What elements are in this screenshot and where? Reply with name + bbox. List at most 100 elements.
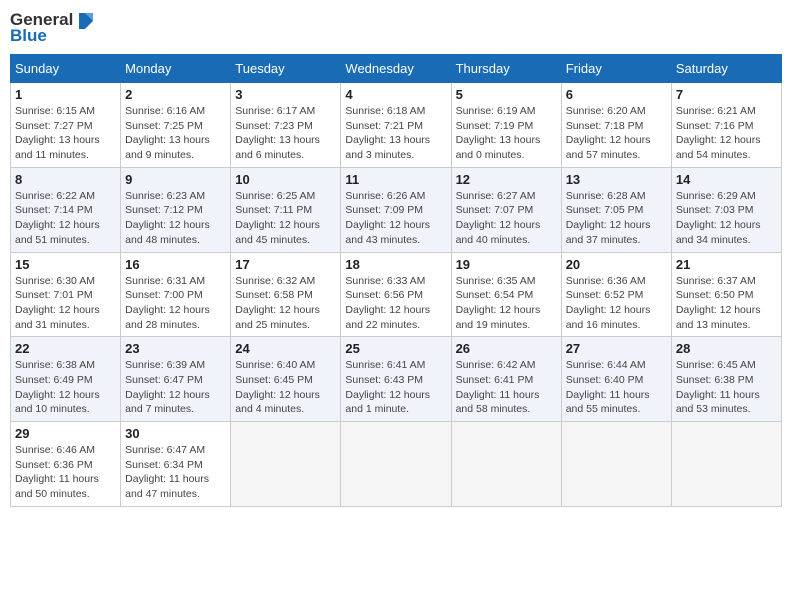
day-number: 4 xyxy=(345,87,446,102)
day-number: 21 xyxy=(676,257,777,272)
day-cell: 12 Sunrise: 6:27 AMSunset: 7:07 PMDayligh… xyxy=(451,167,561,252)
day-number: 13 xyxy=(566,172,667,187)
week-row-4: 22Sunrise: 6:38 AMSunset: 6:49 PMDayligh… xyxy=(11,337,782,422)
day-number: 6 xyxy=(566,87,667,102)
day-info: Sunrise: 6:26 AMSunset: 7:09 PMDaylight:… xyxy=(345,189,446,248)
day-cell: 17 Sunrise: 6:32 AMSunset: 6:58 PMDayligh… xyxy=(231,252,341,337)
day-number: 28 xyxy=(676,341,777,356)
day-number: 24 xyxy=(235,341,336,356)
day-number: 15 xyxy=(15,257,116,272)
day-cell xyxy=(341,422,451,507)
week-row-1: 1 Sunrise: 6:15 AMSunset: 7:27 PMDaylight… xyxy=(11,83,782,168)
day-cell: 25 Sunrise: 6:41 AMSunset: 6:43 PMDayligh… xyxy=(341,337,451,422)
day-info: Sunrise: 6:44 AMSunset: 6:40 PMDaylight:… xyxy=(566,358,667,417)
day-cell: 11 Sunrise: 6:26 AMSunset: 7:09 PMDayligh… xyxy=(341,167,451,252)
day-cell: 15 Sunrise: 6:30 AMSunset: 7:01 PMDayligh… xyxy=(11,252,121,337)
day-info: Sunrise: 6:18 AMSunset: 7:21 PMDaylight:… xyxy=(345,104,446,163)
weekday-header-row: SundayMondayTuesdayWednesdayThursdayFrid… xyxy=(11,55,782,83)
day-number: 9 xyxy=(125,172,226,187)
day-cell: 3Sunrise: 6:17 AMSunset: 7:23 PMDaylight… xyxy=(231,83,341,168)
day-info: Sunrise: 6:37 AMSunset: 6:50 PMDaylight:… xyxy=(676,274,777,333)
day-number: 8 xyxy=(15,172,116,187)
day-info: Sunrise: 6:23 AMSunset: 7:12 PMDaylight:… xyxy=(125,189,226,248)
day-number: 23 xyxy=(125,341,226,356)
day-cell: 19Sunrise: 6:35 AMSunset: 6:54 PMDayligh… xyxy=(451,252,561,337)
day-cell: 18Sunrise: 6:33 AMSunset: 6:56 PMDayligh… xyxy=(341,252,451,337)
day-info: Sunrise: 6:33 AMSunset: 6:56 PMDaylight:… xyxy=(345,274,446,333)
day-number: 7 xyxy=(676,87,777,102)
day-number: 30 xyxy=(125,426,226,441)
week-row-2: 8 Sunrise: 6:22 AMSunset: 7:14 PMDaylight… xyxy=(11,167,782,252)
day-info: Sunrise: 6:35 AMSunset: 6:54 PMDaylight:… xyxy=(456,274,557,333)
day-cell: 22Sunrise: 6:38 AMSunset: 6:49 PMDayligh… xyxy=(11,337,121,422)
day-info: Sunrise: 6:40 AMSunset: 6:45 PMDaylight:… xyxy=(235,358,336,417)
day-cell: 30 Sunrise: 6:47 AMSunset: 6:34 PMDayligh… xyxy=(121,422,231,507)
day-cell: 6 Sunrise: 6:20 AMSunset: 7:18 PMDaylight… xyxy=(561,83,671,168)
day-number: 11 xyxy=(345,172,446,187)
day-cell xyxy=(561,422,671,507)
day-number: 2 xyxy=(125,87,226,102)
day-info: Sunrise: 6:47 AMSunset: 6:34 PMDaylight:… xyxy=(125,443,226,502)
day-info: Sunrise: 6:46 AMSunset: 6:36 PMDaylight:… xyxy=(15,443,116,502)
day-info: Sunrise: 6:25 AMSunset: 7:11 PMDaylight:… xyxy=(235,189,336,248)
day-cell: 21 Sunrise: 6:37 AMSunset: 6:50 PMDayligh… xyxy=(671,252,781,337)
logo: General Blue xyxy=(10,10,93,46)
day-cell: 9 Sunrise: 6:23 AMSunset: 7:12 PMDaylight… xyxy=(121,167,231,252)
day-info: Sunrise: 6:29 AMSunset: 7:03 PMDaylight:… xyxy=(676,189,777,248)
day-info: Sunrise: 6:20 AMSunset: 7:18 PMDaylight:… xyxy=(566,104,667,163)
week-row-3: 15 Sunrise: 6:30 AMSunset: 7:01 PMDayligh… xyxy=(11,252,782,337)
day-info: Sunrise: 6:41 AMSunset: 6:43 PMDaylight:… xyxy=(345,358,446,417)
day-number: 10 xyxy=(235,172,336,187)
day-info: Sunrise: 6:21 AMSunset: 7:16 PMDaylight:… xyxy=(676,104,777,163)
day-number: 12 xyxy=(456,172,557,187)
day-cell: 29 Sunrise: 6:46 AMSunset: 6:36 PMDayligh… xyxy=(11,422,121,507)
day-number: 25 xyxy=(345,341,446,356)
day-info: Sunrise: 6:31 AMSunset: 7:00 PMDaylight:… xyxy=(125,274,226,333)
day-cell: 27 Sunrise: 6:44 AMSunset: 6:40 PMDayligh… xyxy=(561,337,671,422)
day-cell xyxy=(451,422,561,507)
day-info: Sunrise: 6:32 AMSunset: 6:58 PMDaylight:… xyxy=(235,274,336,333)
weekday-friday: Friday xyxy=(561,55,671,83)
day-info: Sunrise: 6:17 AMSunset: 7:23 PMDaylight:… xyxy=(235,104,336,163)
day-info: Sunrise: 6:39 AMSunset: 6:47 PMDaylight:… xyxy=(125,358,226,417)
day-info: Sunrise: 6:19 AMSunset: 7:19 PMDaylight:… xyxy=(456,104,557,163)
day-cell: 7 Sunrise: 6:21 AMSunset: 7:16 PMDaylight… xyxy=(671,83,781,168)
day-info: Sunrise: 6:15 AMSunset: 7:27 PMDaylight:… xyxy=(15,104,116,163)
day-info: Sunrise: 6:27 AMSunset: 7:07 PMDaylight:… xyxy=(456,189,557,248)
day-info: Sunrise: 6:38 AMSunset: 6:49 PMDaylight:… xyxy=(15,358,116,417)
weekday-wednesday: Wednesday xyxy=(341,55,451,83)
day-number: 17 xyxy=(235,257,336,272)
day-cell xyxy=(671,422,781,507)
day-info: Sunrise: 6:22 AMSunset: 7:14 PMDaylight:… xyxy=(15,189,116,248)
day-cell: 2 Sunrise: 6:16 AMSunset: 7:25 PMDaylight… xyxy=(121,83,231,168)
day-number: 1 xyxy=(15,87,116,102)
weekday-monday: Monday xyxy=(121,55,231,83)
weekday-thursday: Thursday xyxy=(451,55,561,83)
day-cell: 4 Sunrise: 6:18 AMSunset: 7:21 PMDaylight… xyxy=(341,83,451,168)
weekday-sunday: Sunday xyxy=(11,55,121,83)
day-number: 16 xyxy=(125,257,226,272)
day-cell: 24 Sunrise: 6:40 AMSunset: 6:45 PMDayligh… xyxy=(231,337,341,422)
day-info: Sunrise: 6:36 AMSunset: 6:52 PMDaylight:… xyxy=(566,274,667,333)
weekday-tuesday: Tuesday xyxy=(231,55,341,83)
day-cell: 26 Sunrise: 6:42 AMSunset: 6:41 PMDayligh… xyxy=(451,337,561,422)
day-info: Sunrise: 6:28 AMSunset: 7:05 PMDaylight:… xyxy=(566,189,667,248)
day-cell: 10 Sunrise: 6:25 AMSunset: 7:11 PMDayligh… xyxy=(231,167,341,252)
day-number: 26 xyxy=(456,341,557,356)
day-cell: 16 Sunrise: 6:31 AMSunset: 7:00 PMDayligh… xyxy=(121,252,231,337)
week-row-5: 29 Sunrise: 6:46 AMSunset: 6:36 PMDayligh… xyxy=(11,422,782,507)
calendar-table: SundayMondayTuesdayWednesdayThursdayFrid… xyxy=(10,54,782,507)
day-info: Sunrise: 6:30 AMSunset: 7:01 PMDaylight:… xyxy=(15,274,116,333)
day-info: Sunrise: 6:16 AMSunset: 7:25 PMDaylight:… xyxy=(125,104,226,163)
weekday-saturday: Saturday xyxy=(671,55,781,83)
day-cell: 1 Sunrise: 6:15 AMSunset: 7:27 PMDaylight… xyxy=(11,83,121,168)
day-info: Sunrise: 6:45 AMSunset: 6:38 PMDaylight:… xyxy=(676,358,777,417)
day-number: 27 xyxy=(566,341,667,356)
day-number: 14 xyxy=(676,172,777,187)
day-cell: 13 Sunrise: 6:28 AMSunset: 7:05 PMDayligh… xyxy=(561,167,671,252)
day-info: Sunrise: 6:42 AMSunset: 6:41 PMDaylight:… xyxy=(456,358,557,417)
day-cell: 23 Sunrise: 6:39 AMSunset: 6:47 PMDayligh… xyxy=(121,337,231,422)
logo-chevron-icon xyxy=(75,11,93,29)
day-number: 29 xyxy=(15,426,116,441)
day-cell: 14 Sunrise: 6:29 AMSunset: 7:03 PMDayligh… xyxy=(671,167,781,252)
